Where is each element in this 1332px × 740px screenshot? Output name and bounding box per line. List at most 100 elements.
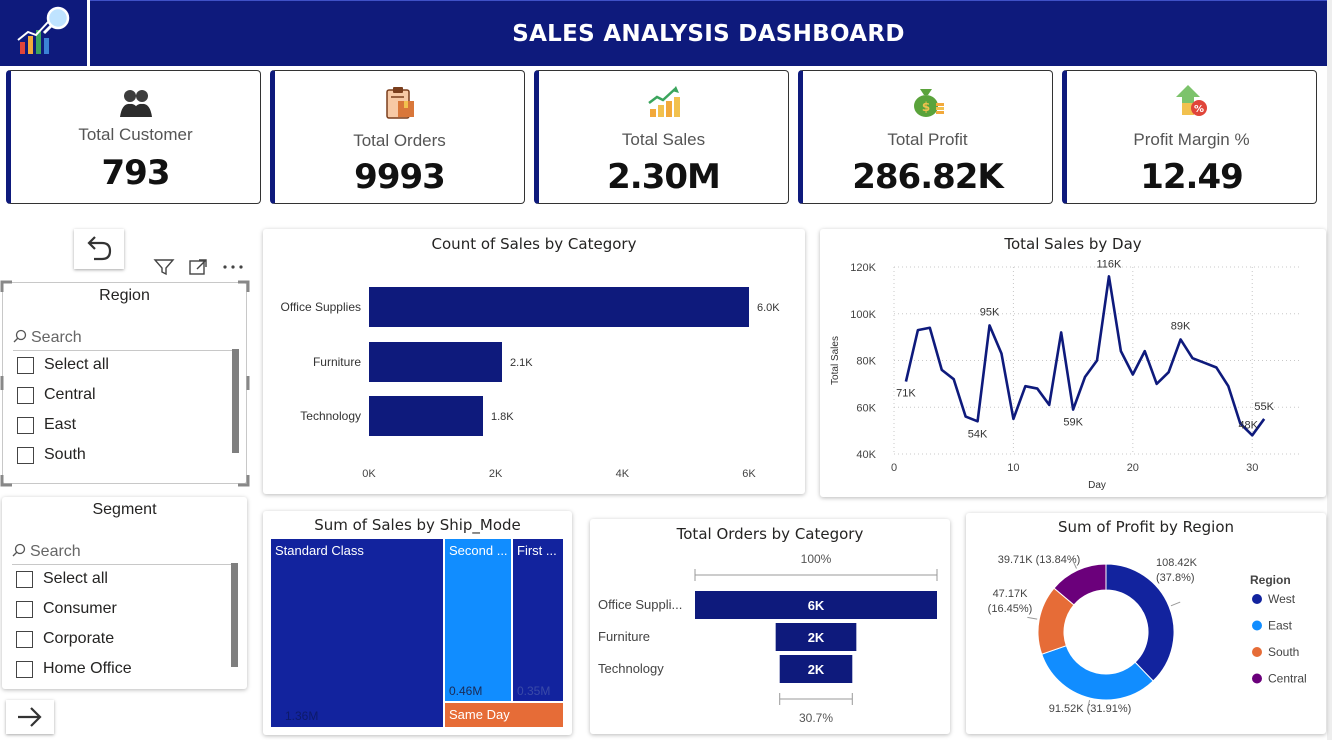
leader-line: [1027, 616, 1038, 620]
kpi-card-total-profit: $ Total Profit 286.82K: [798, 70, 1053, 204]
legend-title: Region: [1250, 573, 1291, 587]
treemap-tile-first-class[interactable]: First ... 0.35M: [513, 539, 563, 701]
orders-by-category-chart[interactable]: Total Orders by Category 100% Office Supp…: [590, 519, 950, 734]
sales-by-day-chart[interactable]: Total Sales by Day 40K 60K 80K 100K 120K 0 10 2…: [820, 229, 1326, 497]
segment-option-home-office[interactable]: Home Office: [16, 660, 132, 678]
app-logo: [0, 0, 89, 66]
orders-clipboard-icon: [385, 87, 414, 119]
y-tick-label: 100K: [850, 309, 876, 321]
data-label: 59K: [1063, 417, 1083, 429]
segment-search-input[interactable]: Search: [12, 543, 237, 565]
legend-label: West: [1268, 592, 1296, 606]
next-page-button[interactable]: [6, 700, 54, 734]
sales-by-ship-mode-chart[interactable]: Sum of Sales by Ship_Mode Standard Class…: [263, 511, 572, 735]
profit-margin-icon: %: [1175, 85, 1207, 116]
segment-option-corporate[interactable]: Corporate: [16, 630, 114, 648]
kpi-card-total-sales: Total Sales 2.30M: [534, 70, 789, 204]
category-label: Furniture: [598, 629, 650, 644]
svg-text:%: %: [1193, 104, 1203, 115]
chart-title: Sum of Sales by Ship_Mode: [314, 516, 521, 534]
bar-chart-svg: Office Supplies 6.0K Furniture 2.1K Technolo…: [281, 287, 780, 480]
legend-marker: [1252, 620, 1262, 631]
data-label: 39.71K (13.84%): [998, 554, 1081, 566]
data-label: 116K: [1097, 258, 1123, 270]
count-by-category-chart[interactable]: Count of Sales by Category Office Suppli…: [263, 229, 805, 494]
data-label: 2K: [808, 662, 825, 677]
option-label: Home Office: [43, 660, 132, 677]
segment-option-consumer[interactable]: Consumer: [16, 600, 117, 618]
data-label: 6.0K: [757, 302, 780, 314]
option-label: Consumer: [43, 600, 117, 617]
donut-chart-svg: 108.42K (37.8%) 91.52K (31.91%) 47.17K (16.4…: [988, 554, 1307, 715]
search-icon: [12, 543, 26, 557]
checkbox[interactable]: [16, 660, 33, 678]
donut-slice: [1041, 645, 1154, 701]
data-label: 91.52K (31.91%): [1049, 703, 1132, 715]
tile-label: First ...: [517, 543, 557, 558]
page-title: SALES ANALYSIS DASHBOARD: [512, 20, 905, 47]
data-label: 54K: [968, 428, 988, 440]
checkbox[interactable]: [16, 600, 33, 618]
sales-line: [904, 275, 1266, 437]
bottom-percent-label: 30.7%: [799, 711, 833, 725]
tile-label: Second ...: [449, 543, 508, 558]
undo-arrow-icon: [87, 236, 112, 261]
data-label: 95K: [980, 306, 1000, 318]
bar: [369, 396, 483, 436]
legend-marker: [1252, 594, 1262, 604]
kpi-label: Total Profit: [887, 130, 968, 149]
data-label: 2K: [808, 630, 825, 645]
y-tick-label: 80K: [856, 356, 876, 368]
back-button[interactable]: [74, 229, 124, 269]
kpi-label: Profit Margin %: [1133, 130, 1250, 149]
legend-marker: [1252, 673, 1262, 684]
kpi-card-total-orders: Total Orders 9993: [270, 70, 525, 204]
data-label: 1.8K: [491, 411, 514, 423]
arrow-right-icon: [18, 707, 42, 727]
x-tick-label: 0: [891, 462, 897, 474]
x-tick-label: 20: [1127, 462, 1139, 474]
y-tick-label: 60K: [856, 402, 876, 414]
leader-line: [1170, 601, 1181, 607]
treemap-tile-same-day[interactable]: Same Day: [445, 703, 563, 727]
data-label: 89K: [1171, 320, 1191, 332]
segment-option-select-all[interactable]: Select all: [16, 570, 108, 588]
treemap-tile-second-class[interactable]: Second ... 0.46M: [445, 539, 511, 701]
kpi-card-profit-margin: % Profit Margin % 12.49: [1062, 70, 1317, 204]
tile-value: 0.35M: [517, 684, 551, 698]
money-bag-icon: $: [913, 89, 944, 117]
treemap-tile-standard-class[interactable]: Standard Class 1.36M: [271, 539, 443, 727]
option-label: Select all: [43, 570, 108, 587]
y-tick-label: 40K: [856, 449, 876, 461]
option-label: Corporate: [43, 630, 115, 647]
category-label: Technology: [300, 409, 361, 423]
tile-label: Same Day: [449, 707, 510, 722]
slicer-title: Segment: [92, 501, 157, 518]
kpi-value: 286.82K: [852, 157, 1004, 197]
customers-icon: [119, 90, 152, 117]
filter-icon[interactable]: [153, 257, 175, 277]
x-tick-label: 10: [1007, 462, 1019, 474]
kpi-label: Total Orders: [353, 131, 446, 150]
focus-mode-icon[interactable]: [187, 257, 209, 277]
tile-value: 0.46M: [449, 684, 483, 698]
x-tick-label: 0K: [362, 468, 376, 480]
kpi-value: 2.30M: [607, 157, 721, 197]
data-label: 48K: [1238, 419, 1258, 431]
slicer-scrollbar[interactable]: [231, 563, 238, 667]
more-options-icon[interactable]: [220, 257, 246, 277]
kpi-value: 793: [101, 153, 171, 193]
data-label: 55K: [1254, 401, 1274, 413]
x-tick-label: 30: [1246, 462, 1258, 474]
data-label: (37.8%): [1156, 572, 1195, 584]
y-tick-label: 120K: [850, 262, 876, 274]
tile-value: 1.36M: [285, 709, 319, 723]
data-label: 108.42K: [1156, 557, 1198, 569]
sales-growth-icon: [647, 86, 680, 117]
checkbox[interactable]: [16, 630, 33, 648]
kpi-label: Total Sales: [621, 130, 706, 149]
profit-by-region-chart[interactable]: Sum of Profit by Region 108.42K (37.8%) 91…: [966, 513, 1326, 734]
kpi-value: 12.49: [1140, 157, 1244, 197]
tile-label: Standard Class: [275, 543, 364, 558]
checkbox[interactable]: [16, 570, 33, 588]
